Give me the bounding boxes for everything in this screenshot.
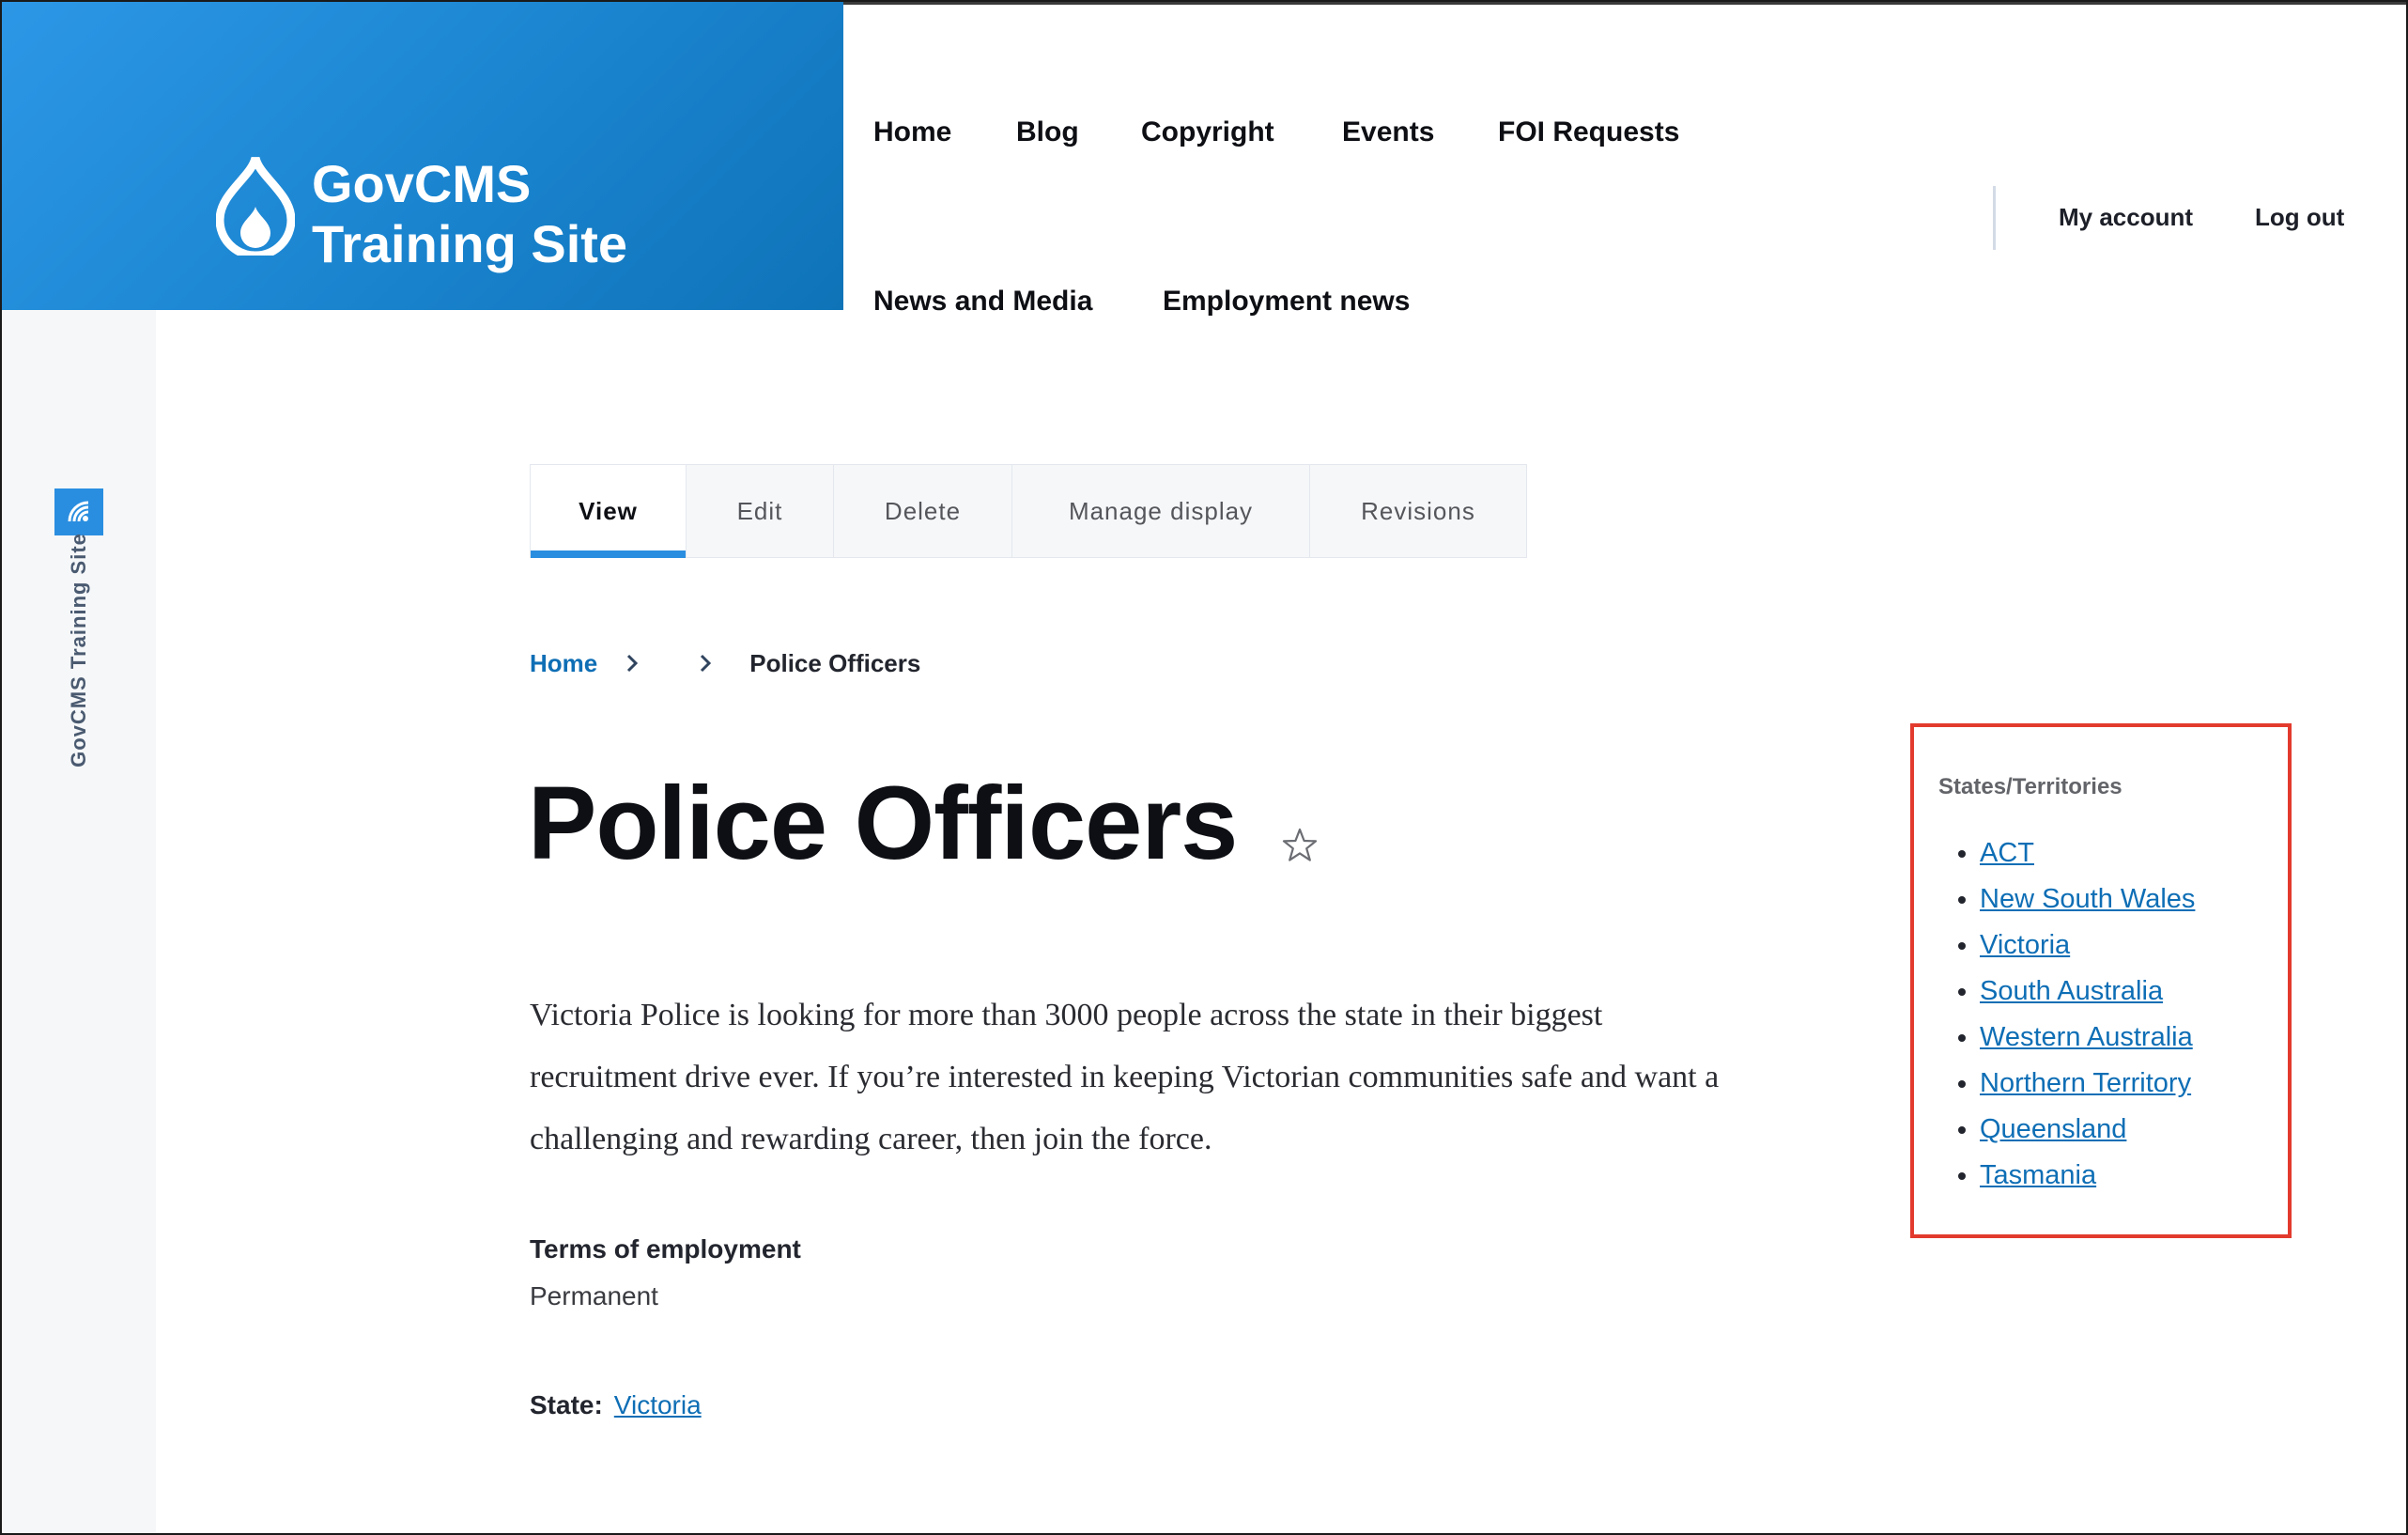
tab-manage-display[interactable]: Manage display	[1012, 465, 1310, 557]
tab-delete[interactable]: Delete	[834, 465, 1012, 557]
state-link[interactable]: Victoria	[614, 1390, 702, 1419]
states-territories-block: States/Territories ACT New South Wales V…	[1910, 723, 2292, 1238]
state-link-nt[interactable]: Northern Territory	[1980, 1068, 2191, 1098]
state-link-tas[interactable]: Tasmania	[1980, 1160, 2096, 1190]
list-item: ACT	[1980, 830, 2195, 876]
toolbar-home-icon[interactable]	[54, 488, 103, 535]
state-field: State: Victoria	[530, 1390, 702, 1420]
list-item: Queensland	[1980, 1107, 2195, 1153]
star-outline-icon[interactable]	[1281, 827, 1319, 864]
state-link-qld[interactable]: Queensland	[1980, 1114, 2126, 1144]
nav-employment-news[interactable]: Employment news	[1163, 286, 1410, 318]
body-text: Victoria Police is looking for more than…	[530, 998, 1720, 1156]
drupal-logo-icon[interactable]	[216, 154, 295, 256]
state-link-act[interactable]: ACT	[1980, 838, 2034, 868]
nav-home[interactable]: Home	[873, 116, 951, 148]
tab-revisions[interactable]: Revisions	[1310, 465, 1526, 557]
list-item: New South Wales	[1980, 876, 2195, 923]
state-label: State:	[530, 1390, 603, 1419]
list-item: Western Australia	[1980, 1015, 2195, 1061]
state-link-wa[interactable]: Western Australia	[1980, 1022, 2193, 1052]
site-name[interactable]: GovCMS Training Site	[312, 154, 627, 274]
state-link-sa[interactable]: South Australia	[1980, 976, 2163, 1006]
nav-news-and-media[interactable]: News and Media	[873, 286, 1092, 318]
site-name-line2[interactable]: Training Site	[312, 214, 627, 274]
states-list: ACT New South Wales Victoria South Austr…	[1952, 830, 2195, 1199]
page-title: Police Officers	[528, 766, 1238, 881]
toolbar-site-label[interactable]: GovCMS Training Site	[67, 533, 91, 768]
breadcrumb-home[interactable]: Home	[530, 649, 597, 678]
state-link-victoria[interactable]: Victoria	[1980, 930, 2070, 960]
tab-edit[interactable]: Edit	[687, 465, 834, 557]
list-item: South Australia	[1980, 969, 2195, 1015]
nav-divider	[1993, 186, 1996, 250]
nav-events[interactable]: Events	[1342, 116, 1434, 148]
list-item: Tasmania	[1980, 1153, 2195, 1199]
state-link-nsw[interactable]: New South Wales	[1980, 884, 2195, 914]
nav-copyright[interactable]: Copyright	[1141, 116, 1274, 148]
list-item: Victoria	[1980, 923, 2195, 969]
my-account-link[interactable]: My account	[2059, 203, 2193, 232]
breadcrumb-current: Police Officers	[749, 648, 921, 677]
nav-blog[interactable]: Blog	[1016, 116, 1079, 148]
site-branding: GovCMS Training Site	[2, 2, 843, 310]
states-block-title: States/Territories	[1938, 774, 2122, 799]
log-out-link[interactable]: Log out	[2255, 203, 2344, 232]
browser-page: GovCMS Training Site GovCMS Training Sit…	[0, 0, 2408, 1535]
site-name-line1[interactable]: GovCMS	[312, 154, 627, 214]
list-item: Northern Territory	[1980, 1061, 2195, 1107]
chevron-right-icon	[699, 653, 712, 674]
nav-foi-requests[interactable]: FOI Requests	[1498, 116, 1679, 148]
terms-of-employment-label: Terms of employment	[530, 1234, 801, 1264]
breadcrumb: Home Police Officers	[530, 644, 920, 682]
local-tasks-tabs: View Edit Delete Manage display Revision…	[530, 464, 1527, 558]
tab-view[interactable]: View	[531, 465, 687, 558]
terms-of-employment-value: Permanent	[530, 1281, 658, 1310]
chevron-right-icon	[625, 653, 639, 674]
